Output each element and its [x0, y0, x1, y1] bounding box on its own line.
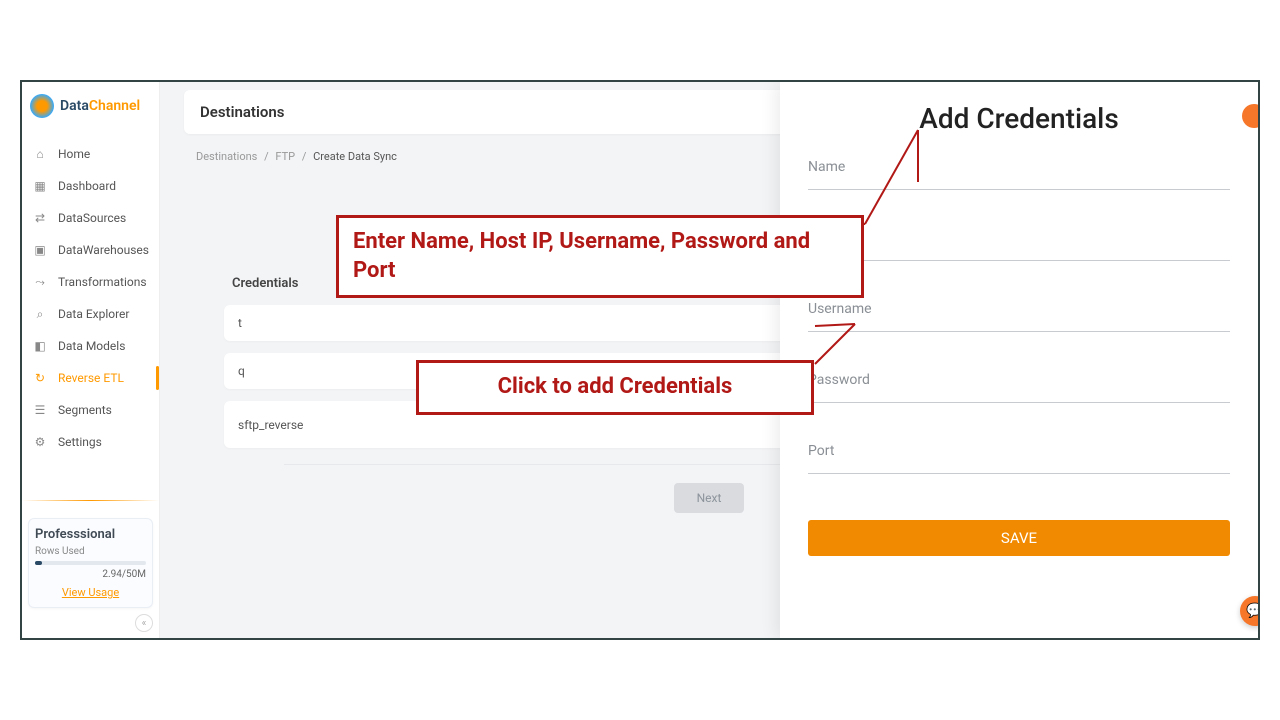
name-field[interactable]: Name	[808, 159, 1230, 190]
breadcrumb-sep: /	[302, 150, 307, 163]
view-usage-link[interactable]: View Usage	[35, 586, 146, 599]
collapse-sidebar-button[interactable]: «	[135, 614, 153, 632]
rows-used-label: Rows Used	[35, 546, 146, 557]
sidebar-item-label: Transformations	[58, 275, 147, 289]
sidebar-item-dashboard[interactable]: ▦ Dashboard	[22, 170, 159, 202]
credentials-title: Credentials	[232, 276, 298, 291]
sidebar-item-label: Dashboard	[58, 179, 116, 193]
sidebar-item-label: DataWarehouses	[58, 243, 149, 257]
add-credentials-panel: Add Credentials Name Host IP Username Pa…	[780, 82, 1258, 638]
panel-title: Add Credentials	[808, 102, 1230, 135]
main: Destinations 🔍 Destinations / FTP / Crea…	[160, 82, 1258, 638]
usage-box: Professsional Rows Used 2.94/50M View Us…	[28, 518, 153, 608]
logo-text: DataChannel	[60, 98, 140, 114]
logo: DataChannel	[22, 82, 159, 130]
username-label: Username	[808, 301, 1230, 317]
breadcrumb-destinations[interactable]: Destinations	[196, 150, 257, 163]
sidebar-item-reverseetl[interactable]: ↻ Reverse ETL	[22, 362, 159, 394]
username-field[interactable]: Username	[808, 301, 1230, 332]
explorer-icon: ⌕	[32, 306, 48, 322]
avatar[interactable]	[1242, 104, 1260, 128]
hostip-label: Host IP	[808, 230, 1230, 246]
page-title: Destinations	[200, 103, 284, 121]
breadcrumb-sep: /	[264, 150, 269, 163]
usage-bar-fill	[35, 561, 42, 565]
password-label: Password	[808, 372, 1230, 388]
breadcrumb-ftp[interactable]: FTP	[275, 150, 295, 163]
usage-value: 2.94/50M	[35, 569, 146, 580]
breadcrumb-current: Create Data Sync	[313, 150, 397, 163]
reverseetl-icon: ↻	[32, 370, 48, 386]
sidebar-item-label: Home	[58, 147, 90, 161]
hostip-field[interactable]: Host IP	[808, 230, 1230, 261]
app-frame: DataChannel ⌂ Home ▦ Dashboard ⇄ DataSource…	[20, 80, 1260, 640]
next-button[interactable]: Next	[674, 483, 744, 513]
sidebar-item-label: Data Models	[58, 339, 125, 353]
annotation-click-add: Click to add Credentials	[416, 360, 814, 415]
password-field[interactable]: Password	[808, 372, 1230, 403]
dashboard-icon: ▦	[32, 178, 48, 194]
transformations-icon: ⤳	[32, 274, 48, 290]
sidebar-item-settings[interactable]: ⚙ Settings	[22, 426, 159, 458]
name-label: Name	[808, 159, 1230, 175]
sidebar-item-datasources[interactable]: ⇄ DataSources	[22, 202, 159, 234]
sidebar-item-label: Reverse ETL	[58, 371, 124, 385]
sidebar-item-datamodels[interactable]: ◧ Data Models	[22, 330, 159, 362]
port-field[interactable]: Port	[808, 443, 1230, 474]
settings-icon: ⚙	[32, 434, 48, 450]
sidebar-item-home[interactable]: ⌂ Home	[22, 138, 159, 170]
annotation-enter-fields: Enter Name, Host IP, Username, Password …	[336, 215, 864, 298]
sidebar: DataChannel ⌂ Home ▦ Dashboard ⇄ DataSource…	[22, 82, 160, 638]
sidebar-item-label: Data Explorer	[58, 307, 130, 321]
sidebar-item-label: DataSources	[58, 211, 126, 225]
home-icon: ⌂	[32, 146, 48, 162]
sidebar-item-dataexplorer[interactable]: ⌕ Data Explorer	[22, 298, 159, 330]
usage-bar	[35, 561, 146, 565]
datawarehouses-icon: ▣	[32, 242, 48, 258]
plan-name: Professsional	[35, 527, 146, 542]
segments-icon: ☰	[32, 402, 48, 418]
sidebar-divider	[22, 500, 159, 501]
sidebar-item-datawarehouses[interactable]: ▣ DataWarehouses	[22, 234, 159, 266]
port-label: Port	[808, 443, 1230, 459]
nav: ⌂ Home ▦ Dashboard ⇄ DataSources ▣ DataWareh…	[22, 138, 159, 458]
sidebar-item-label: Segments	[58, 403, 112, 417]
sidebar-item-label: Settings	[58, 435, 102, 449]
save-button[interactable]: SAVE	[808, 520, 1230, 556]
sidebar-item-transformations[interactable]: ⤳ Transformations	[22, 266, 159, 298]
models-icon: ◧	[32, 338, 48, 354]
datasources-icon: ⇄	[32, 210, 48, 226]
logo-icon	[30, 94, 54, 118]
sidebar-item-segments[interactable]: ☰ Segments	[22, 394, 159, 426]
